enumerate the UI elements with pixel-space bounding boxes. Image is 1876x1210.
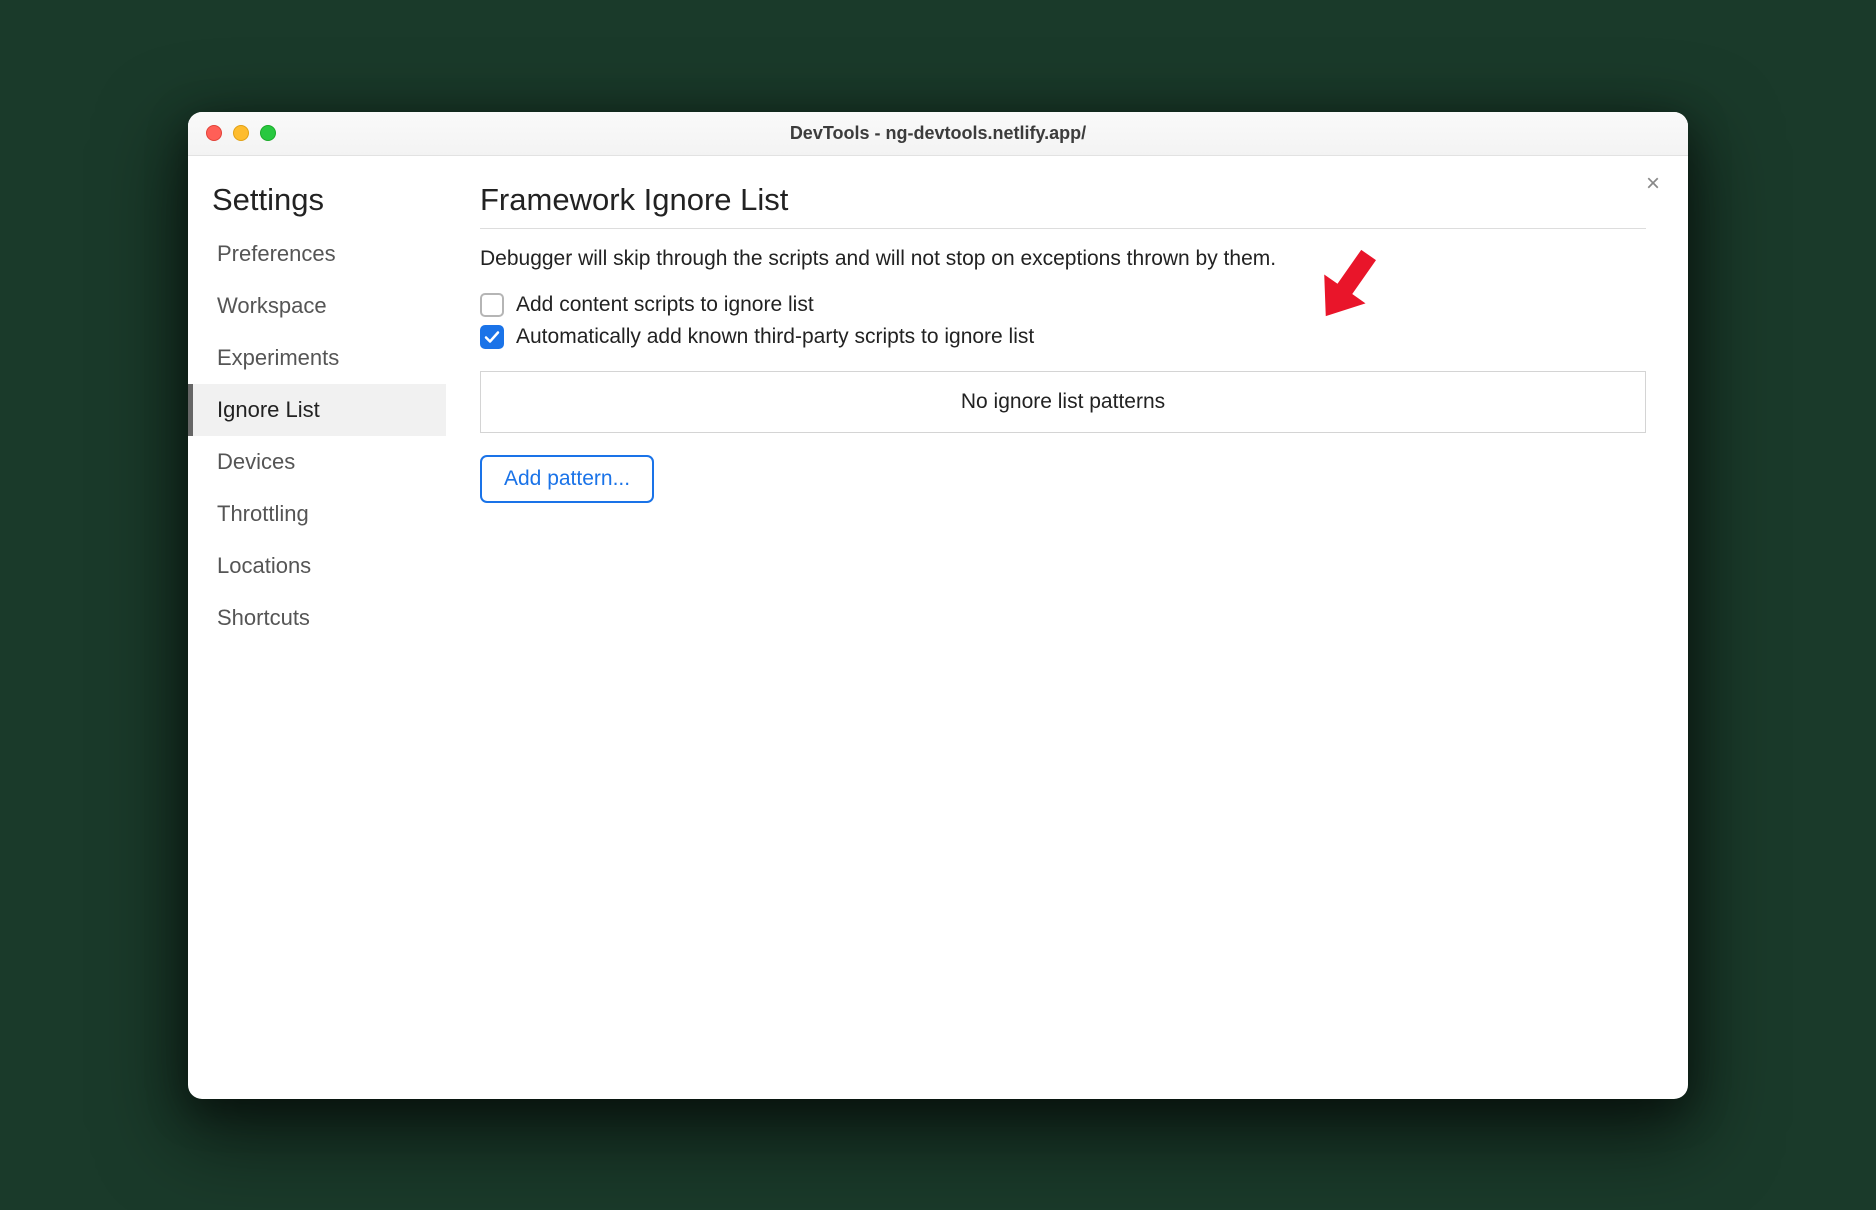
checkbox[interactable] — [480, 293, 504, 317]
checkbox-row: Add content scripts to ignore list — [480, 293, 1646, 317]
sidebar-item-locations[interactable]: Locations — [188, 540, 446, 592]
sidebar-item-label: Workspace — [217, 293, 327, 318]
sidebar-item-label: Devices — [217, 449, 295, 474]
patterns-empty-label: No ignore list patterns — [961, 390, 1165, 413]
window-close-button[interactable] — [206, 125, 222, 141]
sidebar-item-experiments[interactable]: Experiments — [188, 332, 446, 384]
sidebar-item-ignore-list[interactable]: Ignore List — [188, 384, 446, 436]
add-pattern-button[interactable]: Add pattern... — [480, 455, 654, 503]
page-description: Debugger will skip through the scripts a… — [480, 247, 1646, 271]
checkbox-label: Automatically add known third-party scri… — [516, 325, 1034, 349]
sidebar-item-preferences[interactable]: Preferences — [188, 228, 446, 280]
window-title: DevTools - ng-devtools.netlify.app/ — [188, 123, 1688, 144]
settings-heading: Settings — [188, 176, 446, 228]
settings-sidebar: Settings Preferences Workspace Experiments… — [188, 156, 446, 1099]
page-title: Framework Ignore List — [480, 182, 1646, 229]
sidebar-item-label: Locations — [217, 553, 311, 578]
sidebar-item-devices[interactable]: Devices — [188, 436, 446, 488]
sidebar-item-throttling[interactable]: Throttling — [188, 488, 446, 540]
ignore-list-patterns-box: No ignore list patterns — [480, 371, 1646, 433]
settings-panel: × Settings PreferencesWorkspaceExperimen… — [188, 156, 1688, 1099]
sidebar-item-label: Ignore List — [217, 397, 320, 422]
sidebar-item-label: Preferences — [217, 241, 336, 266]
sidebar-item-label: Experiments — [217, 345, 339, 370]
settings-main: Framework Ignore List Debugger will skip… — [446, 156, 1688, 1099]
devtools-window: DevTools - ng-devtools.netlify.app/ × Se… — [188, 112, 1688, 1099]
window-maximize-button[interactable] — [260, 125, 276, 141]
checkbox[interactable] — [480, 325, 504, 349]
sidebar-item-label: Throttling — [217, 501, 309, 526]
sidebar-item-label: Shortcuts — [217, 605, 310, 630]
window-minimize-button[interactable] — [233, 125, 249, 141]
traffic-lights — [188, 125, 276, 141]
checkbox-row: Automatically add known third-party scri… — [480, 325, 1646, 349]
titlebar: DevTools - ng-devtools.netlify.app/ — [188, 112, 1688, 156]
sidebar-item-workspace[interactable]: Workspace — [188, 280, 446, 332]
checkbox-label: Add content scripts to ignore list — [516, 293, 814, 317]
sidebar-item-shortcuts[interactable]: Shortcuts — [188, 592, 446, 644]
